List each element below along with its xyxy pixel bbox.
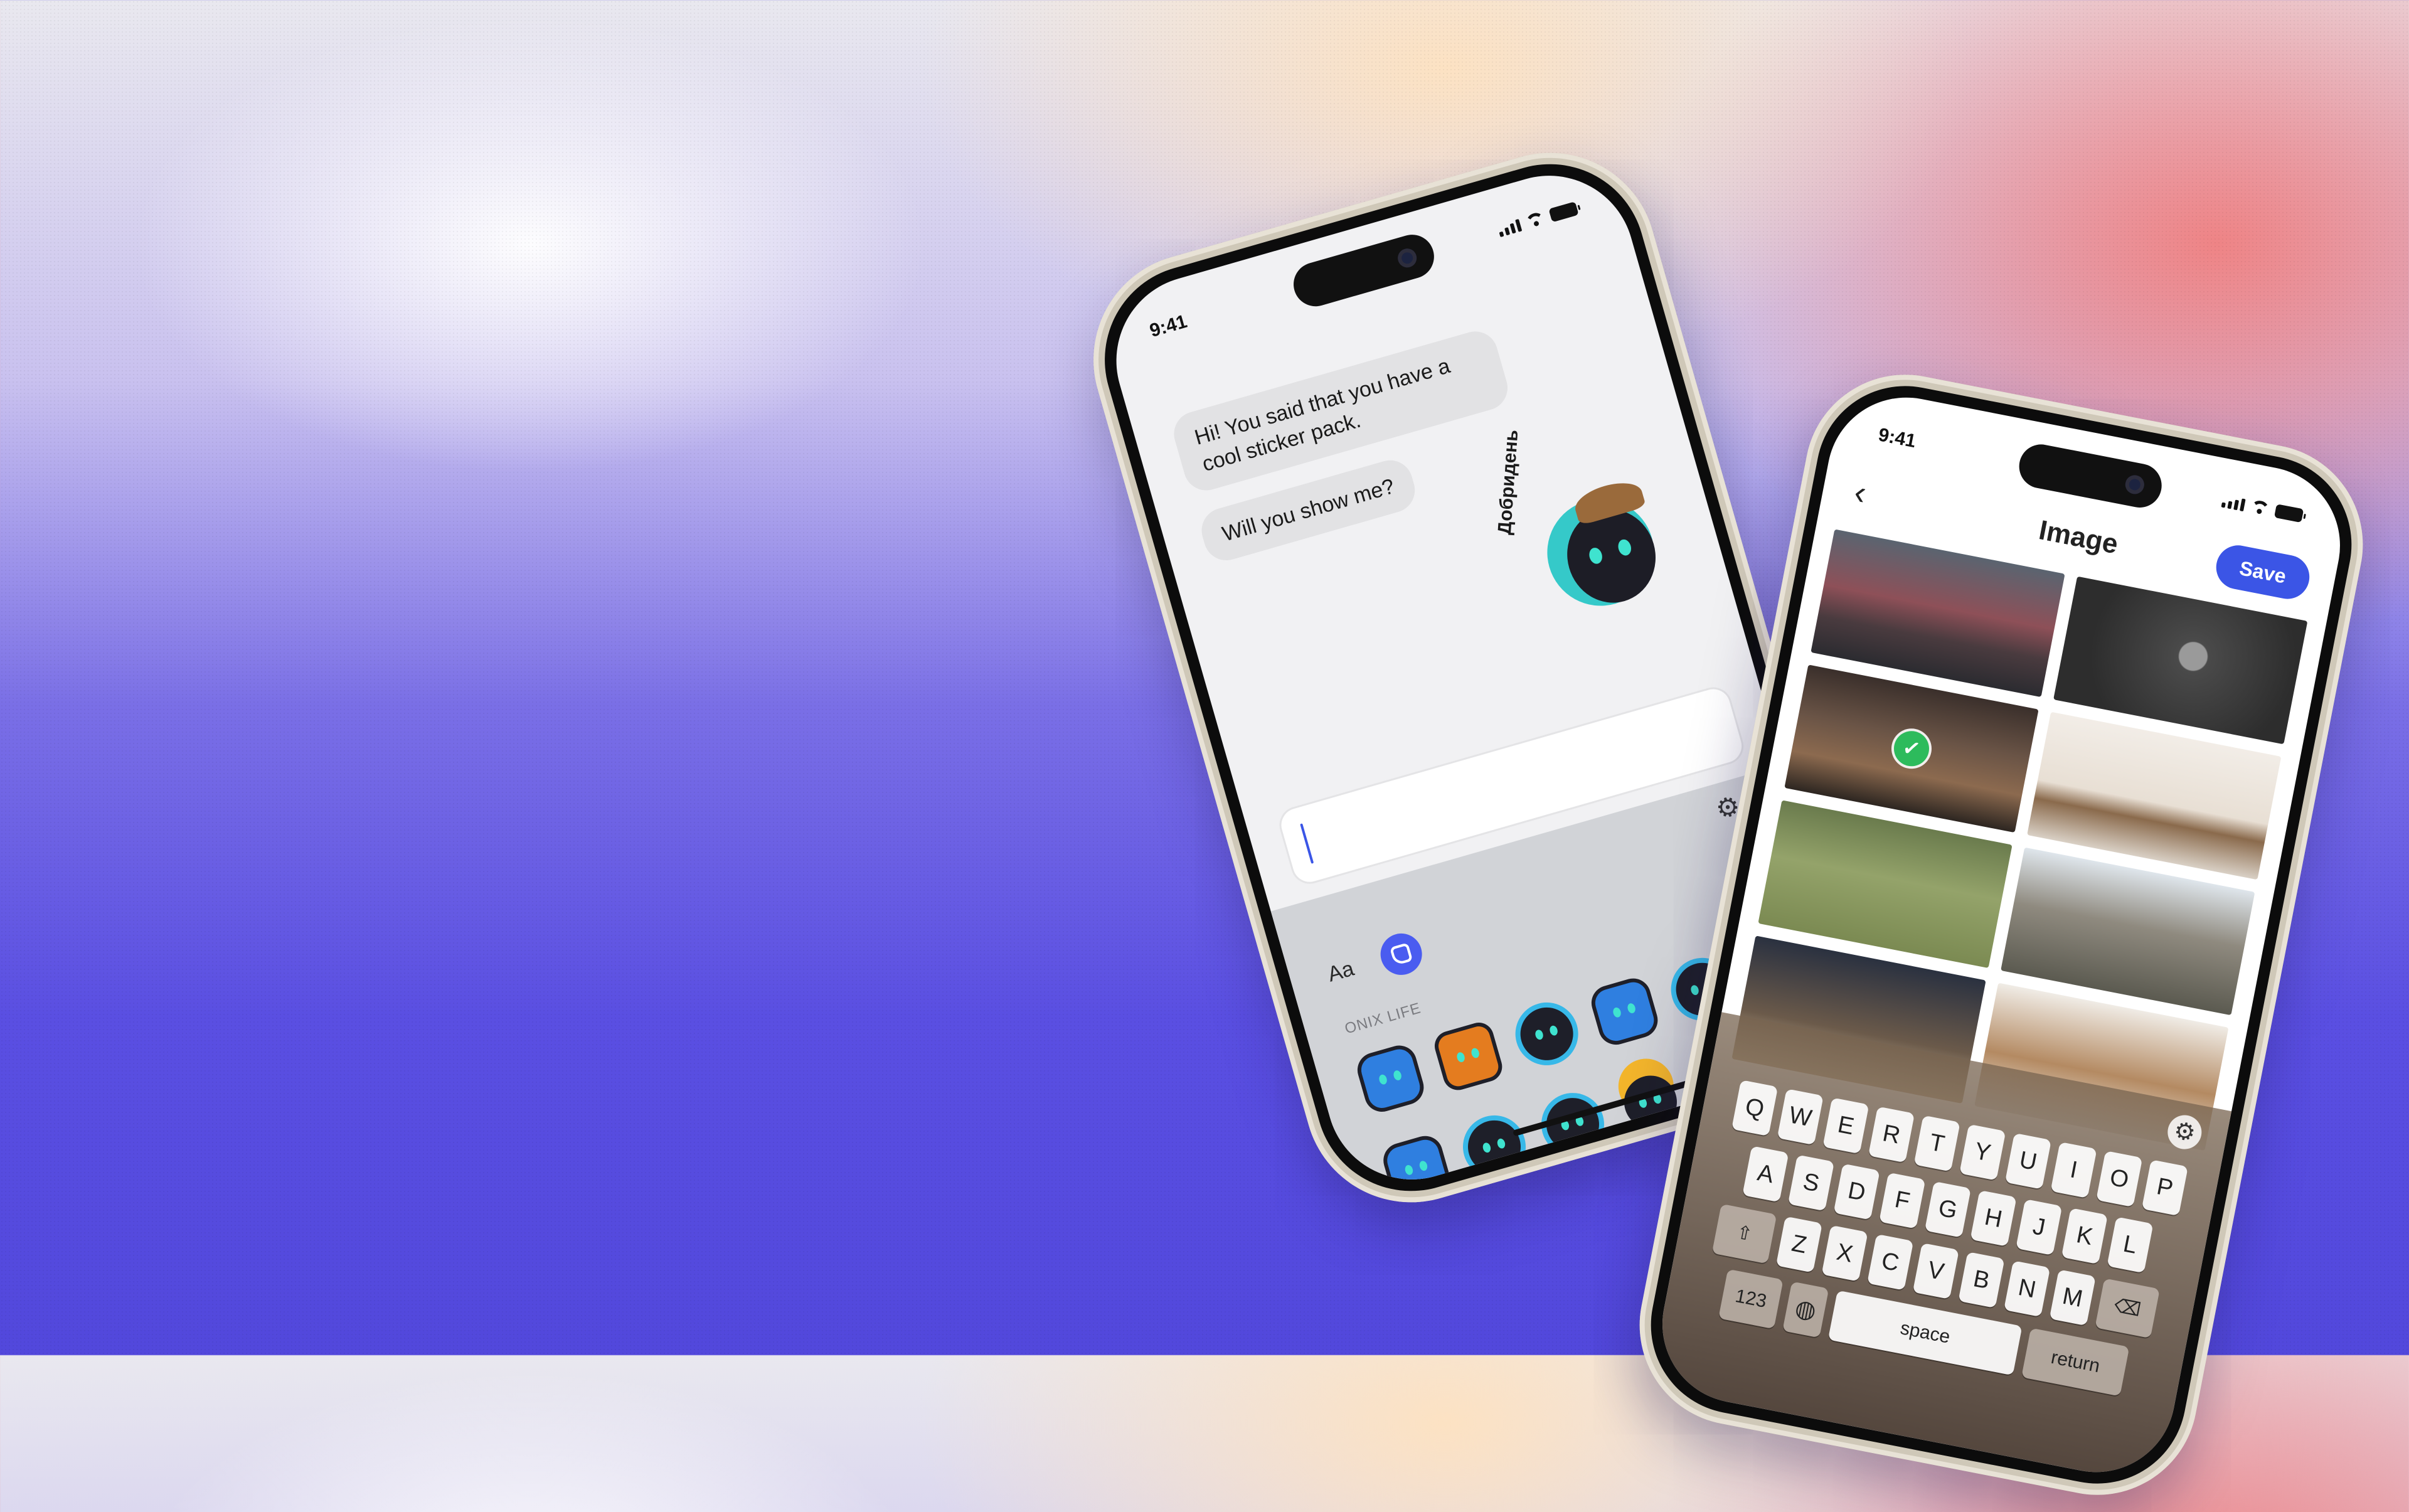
key[interactable]: K bbox=[2061, 1208, 2108, 1265]
key[interactable]: Z bbox=[1775, 1216, 1822, 1273]
save-button[interactable]: Save bbox=[2212, 541, 2314, 603]
battery-icon bbox=[2273, 504, 2304, 523]
key[interactable]: A bbox=[1742, 1146, 1789, 1203]
key[interactable]: S bbox=[1787, 1154, 1835, 1211]
key[interactable]: R bbox=[1868, 1106, 1915, 1163]
key[interactable]: Y bbox=[1959, 1124, 2006, 1181]
key[interactable]: L bbox=[2107, 1217, 2154, 1274]
message-bubble: Hi! You said that you have a cool sticke… bbox=[1168, 326, 1513, 496]
key[interactable]: G bbox=[1924, 1181, 1971, 1238]
wifi-icon bbox=[1524, 211, 1546, 229]
signal-icon bbox=[1497, 218, 1523, 238]
backspace-key-icon[interactable]: ⌫ bbox=[2095, 1278, 2160, 1339]
status-time: 9:41 bbox=[1147, 311, 1189, 342]
key[interactable]: P bbox=[2141, 1159, 2188, 1217]
shift-key-icon[interactable]: ⇧ bbox=[1711, 1203, 1777, 1264]
checkmark-icon: ✓ bbox=[1891, 728, 1932, 770]
tab-stickers[interactable] bbox=[1375, 929, 1427, 980]
status-time: 9:41 bbox=[1876, 424, 1918, 452]
key[interactable]: U bbox=[2004, 1132, 2052, 1190]
sticker-caption: Добридень bbox=[1494, 429, 1523, 536]
key[interactable]: H bbox=[1970, 1190, 2017, 1247]
key[interactable]: D bbox=[1833, 1163, 1880, 1220]
key[interactable]: C bbox=[1867, 1233, 1914, 1291]
signal-icon bbox=[2221, 495, 2246, 512]
key[interactable]: I bbox=[2050, 1141, 2097, 1198]
sent-sticker[interactable]: Добридень bbox=[1494, 429, 1688, 636]
key[interactable]: M bbox=[2049, 1269, 2096, 1326]
sticker-item[interactable] bbox=[1499, 986, 1587, 1078]
numbers-key[interactable]: 123 bbox=[1718, 1269, 1784, 1329]
globe-icon[interactable]: ◍ bbox=[1782, 1281, 1829, 1338]
key[interactable]: V bbox=[1912, 1242, 1959, 1299]
key[interactable]: J bbox=[2016, 1199, 2063, 1256]
key[interactable]: N bbox=[2004, 1260, 2051, 1318]
key[interactable]: Q bbox=[1731, 1080, 1779, 1137]
sticker-item[interactable] bbox=[1343, 1031, 1431, 1123]
wifi-icon bbox=[2250, 499, 2271, 516]
key[interactable]: X bbox=[1821, 1225, 1868, 1282]
gear-icon[interactable]: ⚙ bbox=[2164, 1112, 2205, 1153]
key[interactable]: E bbox=[1822, 1097, 1869, 1154]
battery-icon bbox=[1548, 201, 1579, 223]
key[interactable]: F bbox=[1879, 1172, 1926, 1229]
key[interactable]: T bbox=[1913, 1115, 1960, 1172]
key[interactable]: W bbox=[1777, 1089, 1824, 1146]
text-cursor bbox=[1300, 823, 1314, 864]
key[interactable]: O bbox=[2096, 1151, 2143, 1208]
return-key[interactable]: return bbox=[2021, 1328, 2130, 1397]
key[interactable]: B bbox=[1958, 1252, 2005, 1309]
sticker-item[interactable] bbox=[1422, 1009, 1509, 1100]
tab-text[interactable]: Aa bbox=[1325, 956, 1357, 987]
sticker-item[interactable] bbox=[1577, 964, 1665, 1056]
